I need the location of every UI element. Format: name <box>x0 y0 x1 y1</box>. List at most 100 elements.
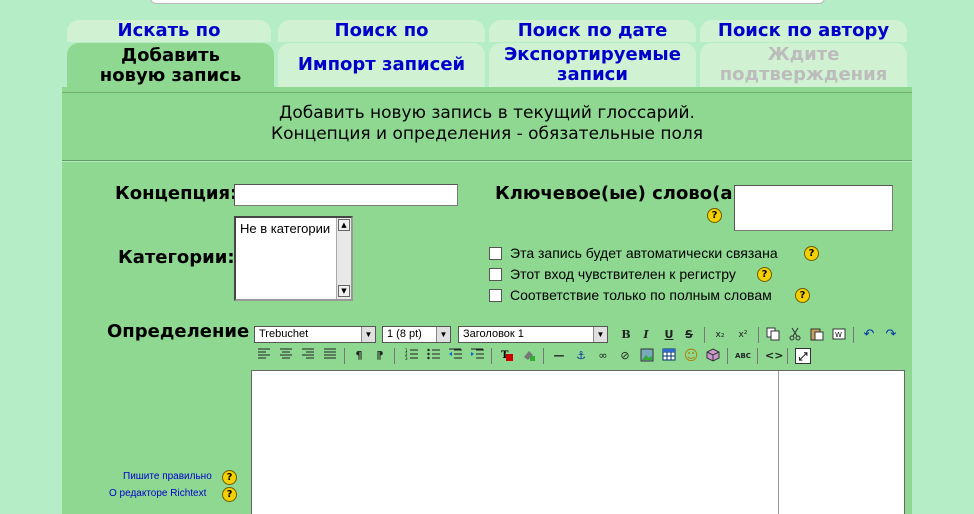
unlink-icon[interactable]: ⊘ <box>617 348 633 364</box>
scroll-down-icon[interactable]: ▼ <box>338 285 350 297</box>
autolink-label: Эта запись будет автоматически связана <box>510 245 778 261</box>
help-icon-fullmatch[interactable]: ? <box>795 288 810 303</box>
chevron-down-icon: ▼ <box>361 327 375 342</box>
smiley-icon[interactable]: ☺ <box>683 348 699 364</box>
tab-search-date[interactable]: Поиск по дате <box>489 20 696 42</box>
italic-icon[interactable]: I <box>638 327 654 343</box>
write-correctly-link[interactable]: Пишите правильно <box>123 471 212 482</box>
justify-center-icon[interactable] <box>278 348 294 364</box>
html-source-icon[interactable]: <> <box>765 348 783 364</box>
fullscreen-icon[interactable]: ⤢ <box>795 348 811 364</box>
categories-label: Категории: <box>118 247 235 268</box>
link-icon[interactable]: ∞ <box>595 348 611 364</box>
concept-input[interactable] <box>234 184 458 206</box>
intro-line-2: Концепция и определения - обязательные п… <box>271 124 703 144</box>
tab-pending-approval-label: Ждите подтверждения <box>719 44 888 85</box>
underline-icon[interactable]: U <box>661 327 677 343</box>
paste-icon[interactable] <box>809 327 825 343</box>
justify-full-icon[interactable] <box>322 348 338 364</box>
tab-pending-approval: Ждите подтверждения <box>700 43 907 87</box>
casesensitive-checkbox[interactable] <box>489 268 502 281</box>
font-size-select[interactable]: 1 (8 pt) ▼ <box>382 326 451 343</box>
ordered-list-icon[interactable]: 123 <box>403 348 419 364</box>
toolbar-separator <box>543 348 544 364</box>
justify-left-icon[interactable] <box>256 348 272 364</box>
font-family-select[interactable]: Trebuchet ▼ <box>254 326 376 343</box>
tab-search-category[interactable]: Поиск по категории <box>278 20 485 62</box>
rtl-icon[interactable]: ¶ <box>372 348 388 364</box>
indent-icon[interactable] <box>469 348 485 364</box>
redo-icon[interactable]: ↷ <box>883 327 899 343</box>
svg-text:W: W <box>835 331 842 339</box>
spellcheck-icon[interactable]: ABC <box>735 348 751 364</box>
help-icon-casesensitive[interactable]: ? <box>757 267 772 282</box>
font-size-value: 1 (8 pt) <box>387 328 422 340</box>
autolink-checkbox[interactable] <box>489 247 502 260</box>
scroll-up-icon[interactable]: ▲ <box>338 219 350 231</box>
intro-line-1: Добавить новую запись в текущий глоссари… <box>279 103 695 123</box>
tab-import-entries-label: Импорт записей <box>297 54 466 75</box>
special-char-icon[interactable] <box>705 348 721 364</box>
keywords-label: Ключевое(ые) слово(а): <box>495 183 748 204</box>
definition-editor[interactable] <box>251 370 905 514</box>
anchor-icon[interactable]: ⚓ <box>573 348 589 364</box>
toolbar-separator <box>704 327 705 343</box>
tab-add-entry[interactable]: Добавить новую запись <box>67 43 274 89</box>
justify-right-icon[interactable] <box>300 348 316 364</box>
text-color-icon[interactable]: T <box>499 348 515 364</box>
fullmatch-label: Соответствие только по полным словам <box>510 287 772 303</box>
toolbar-separator <box>853 327 854 343</box>
paragraph-value: Заголовок 1 <box>463 328 524 340</box>
subscript-icon[interactable]: x₂ <box>712 327 728 343</box>
svg-text:3: 3 <box>405 356 408 360</box>
tab-add-entry-label: Добавить новую запись <box>99 45 242 86</box>
toolbar-separator <box>758 327 759 343</box>
chevron-down-icon: ▼ <box>436 327 450 342</box>
concept-label: Концепция: <box>115 183 238 204</box>
table-icon[interactable] <box>661 348 677 364</box>
bg-color-icon[interactable] <box>521 348 537 364</box>
category-option[interactable]: Не в категории <box>240 221 330 236</box>
toolbar-separator <box>787 348 788 364</box>
tab-export-entries[interactable]: Экспортируемые записи <box>489 43 696 87</box>
casesensitive-label: Этот вход чувствителен к регистру <box>510 266 736 282</box>
toolbar-separator <box>394 348 395 364</box>
paragraph-select[interactable]: Заголовок 1 ▼ <box>458 326 608 343</box>
ltr-icon[interactable]: ¶ <box>351 348 367 364</box>
undo-icon[interactable]: ↶ <box>861 327 877 343</box>
strikethrough-icon[interactable]: S <box>681 327 697 343</box>
horizontal-rule-icon[interactable]: — <box>551 348 567 364</box>
categories-scrollbar[interactable]: ▲ ▼ <box>336 218 351 299</box>
bold-icon[interactable]: B <box>618 327 634 343</box>
toolbar-separator <box>757 348 758 364</box>
intro-divider <box>62 160 912 162</box>
tab-search-alphabet[interactable]: Искать по алфавиту <box>67 20 271 62</box>
help-icon-write-correctly[interactable]: ? <box>222 470 237 485</box>
font-family-value: Trebuchet <box>259 328 309 340</box>
intro-text: Добавить новую запись в текущий глоссари… <box>62 103 912 145</box>
clean-word-icon[interactable]: W <box>831 327 847 343</box>
tab-export-entries-label: Экспортируемые записи <box>504 44 681 85</box>
toolbar-separator <box>727 348 728 364</box>
image-icon[interactable] <box>639 348 655 364</box>
categories-listbox[interactable]: Не в категории ▲ ▼ <box>234 216 353 301</box>
panel-top-line <box>62 92 912 93</box>
copy-icon[interactable] <box>765 327 781 343</box>
top-search-box[interactable] <box>150 0 825 4</box>
outdent-icon[interactable] <box>447 348 463 364</box>
help-icon-keywords[interactable]: ? <box>707 208 722 223</box>
fullmatch-checkbox[interactable] <box>489 289 502 302</box>
chevron-down-icon: ▼ <box>593 327 607 342</box>
help-icon-autolink[interactable]: ? <box>804 246 819 261</box>
tab-import-entries[interactable]: Импорт записей <box>278 43 485 87</box>
keywords-input[interactable] <box>734 185 893 231</box>
definition-editor-area[interactable] <box>252 371 779 514</box>
help-icon-richtext[interactable]: ? <box>222 487 237 502</box>
superscript-icon[interactable]: x² <box>735 327 751 343</box>
toolbar-separator <box>491 348 492 364</box>
tab-search-author[interactable]: Поиск по автору <box>700 20 907 42</box>
editor-toolbar: Trebuchet ▼ 1 (8 pt) ▼ Заголовок 1 ▼ B I U … <box>251 323 905 370</box>
about-richtext-link[interactable]: О редакторе Richtext <box>109 488 206 499</box>
cut-icon[interactable] <box>787 327 803 343</box>
unordered-list-icon[interactable] <box>425 348 441 364</box>
